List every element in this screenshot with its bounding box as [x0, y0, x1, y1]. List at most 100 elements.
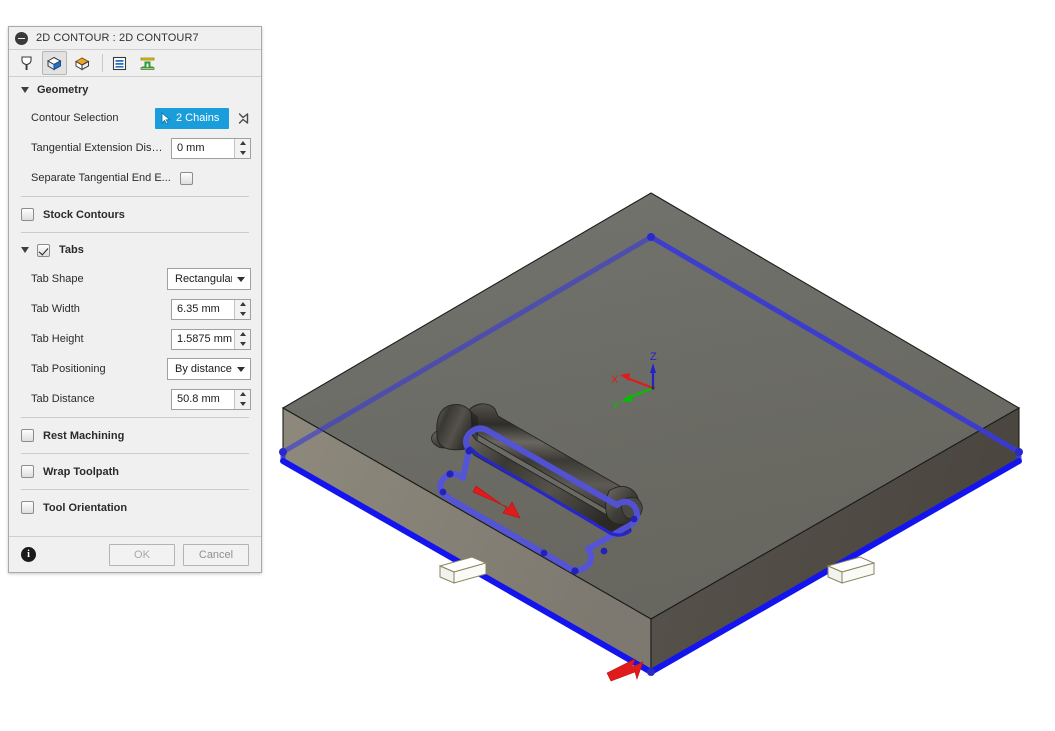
tool-orientation-label: Tool Orientation — [43, 501, 128, 514]
contour-selection-label: Contour Selection — [31, 112, 119, 124]
toolpath-node — [647, 668, 655, 676]
row-tab-width: Tab Width 6.35 mm — [9, 294, 261, 324]
stepper-up[interactable] — [235, 139, 250, 149]
toolpath-node — [446, 470, 454, 478]
chevron-down-icon[interactable] — [21, 247, 29, 253]
tab-distance-stepper[interactable]: 50.8 mm — [171, 388, 251, 410]
tab-heights[interactable] — [70, 51, 95, 75]
linking-icon — [140, 57, 155, 70]
stepper-down[interactable] — [235, 399, 250, 409]
wrap-toolpath-checkbox[interactable] — [21, 465, 34, 478]
dialog-titlebar[interactable]: 2D CONTOUR : 2D CONTOUR7 — [9, 27, 261, 50]
tab-positioning-label: Tab Positioning — [31, 363, 106, 375]
geometry-section-label: Geometry — [37, 84, 89, 96]
row-tangential-extension: Tangential Extension Dista... 0 mm — [9, 133, 261, 163]
row-tab-distance: Tab Distance 50.8 mm — [9, 384, 261, 414]
info-icon[interactable]: i — [21, 547, 36, 562]
chevron-down-icon[interactable] — [237, 276, 245, 282]
toolpath-node — [540, 549, 548, 557]
tab-positioning-value: By distance — [175, 363, 232, 375]
stepper-down[interactable] — [235, 339, 250, 349]
tab-width-label: Tab Width — [31, 303, 80, 315]
tab-width-value[interactable]: 6.35 mm — [172, 299, 234, 319]
stepper-arrows[interactable] — [234, 299, 250, 319]
y-axis-label: Y — [612, 400, 620, 412]
dialog-tabstrip[interactable] — [9, 50, 261, 77]
geometry-section-header[interactable]: Geometry — [9, 77, 261, 103]
dialog-body: Geometry Contour Selection 2 Chains Tang… — [9, 77, 261, 536]
chevron-down-icon[interactable] — [21, 87, 29, 93]
toolpath-node — [630, 515, 638, 523]
tab-width-stepper[interactable]: 6.35 mm — [171, 298, 251, 320]
stepper-down[interactable] — [235, 148, 250, 158]
toolpath-node — [1015, 448, 1023, 456]
cancel-button[interactable]: Cancel — [183, 543, 249, 566]
z-axis-label: Z — [650, 351, 657, 363]
tab-shape-label: Tab Shape — [31, 273, 84, 285]
tab-passes[interactable] — [107, 51, 132, 75]
rest-machining-checkbox[interactable] — [21, 429, 34, 442]
stock-contours-section[interactable]: Stock Contours — [9, 200, 261, 229]
x-axis-label: X — [611, 374, 619, 386]
stepper-arrows[interactable] — [234, 138, 250, 158]
ok-button[interactable]: OK — [109, 543, 175, 566]
stepper-up[interactable] — [235, 330, 250, 340]
row-contour-selection: Contour Selection 2 Chains — [9, 103, 261, 133]
toolpath-node — [600, 547, 608, 555]
stepper-up[interactable] — [235, 300, 250, 310]
tabs-section-header[interactable]: Tabs — [9, 236, 261, 264]
chevron-down-icon[interactable] — [237, 366, 245, 372]
stepper-arrows[interactable] — [234, 329, 250, 349]
clear-selection-icon[interactable] — [235, 110, 251, 126]
row-separate-tangential: Separate Tangential End E... — [9, 163, 261, 193]
tab-linking[interactable] — [135, 51, 160, 75]
contour-selection-value: 2 Chains — [176, 112, 220, 124]
rest-machining-section[interactable]: Rest Machining — [9, 421, 261, 450]
tangential-extension-value[interactable]: 0 mm — [172, 138, 234, 158]
passes-icon — [112, 56, 127, 70]
tab-geometry[interactable] — [42, 51, 67, 75]
2d-contour-dialog[interactable]: 2D CONTOUR : 2D CONTOUR7 Geometry Contou… — [8, 26, 262, 573]
tab-height-stepper[interactable]: 1.5875 mm — [171, 328, 251, 350]
toolpath-node — [571, 567, 579, 575]
section-divider — [21, 196, 249, 197]
tab-distance-value[interactable]: 50.8 mm — [172, 389, 234, 409]
tangential-extension-stepper[interactable]: 0 mm — [171, 137, 251, 159]
wrap-toolpath-section[interactable]: Wrap Toolpath — [9, 457, 261, 486]
row-tab-shape: Tab Shape Rectangular — [9, 264, 261, 294]
separate-tangential-checkbox[interactable] — [180, 171, 193, 185]
endmill-tool-icon — [21, 55, 32, 70]
tangential-extension-label: Tangential Extension Dista... — [31, 142, 170, 154]
toolpath-node — [465, 447, 473, 455]
dialog-footer: i OK Cancel — [9, 536, 261, 572]
tab-height-label: Tab Height — [31, 333, 84, 345]
wrap-toolpath-label: Wrap Toolpath — [43, 465, 119, 478]
tab-positioning-select[interactable]: By distance — [167, 358, 251, 380]
cube-heights-icon — [75, 56, 90, 70]
contour-selection-button[interactable]: 2 Chains — [155, 107, 229, 129]
stepper-down[interactable] — [235, 309, 250, 319]
tool-orientation-section[interactable]: Tool Orientation — [9, 493, 261, 522]
stock-contours-label: Stock Contours — [43, 208, 125, 221]
tab-distance-label: Tab Distance — [31, 393, 95, 405]
section-divider — [21, 453, 249, 454]
minus-circle-icon[interactable] — [15, 31, 28, 45]
stepper-up[interactable] — [235, 390, 250, 400]
stock-contours-checkbox[interactable] — [21, 208, 34, 221]
rest-machining-label: Rest Machining — [43, 429, 125, 442]
tabs-checkbox[interactable] — [37, 243, 50, 257]
tabs-section-label: Tabs — [59, 244, 84, 256]
section-divider — [21, 232, 249, 233]
tabstrip-separator — [102, 54, 103, 72]
tab-height-value[interactable]: 1.5875 mm — [172, 329, 234, 349]
separate-tangential-label: Separate Tangential End E... — [31, 172, 171, 184]
tab-shape-select[interactable]: Rectangular — [167, 268, 251, 290]
axis-origin — [651, 386, 655, 390]
tool-orientation-checkbox[interactable] — [21, 501, 34, 514]
tab-tool[interactable] — [14, 51, 39, 75]
row-tab-height: Tab Height 1.5875 mm — [9, 324, 261, 354]
row-tab-positioning: Tab Positioning By distance — [9, 354, 261, 384]
stepper-arrows[interactable] — [234, 389, 250, 409]
cube-geometry-icon — [47, 56, 62, 70]
tab-shape-value: Rectangular — [175, 273, 232, 285]
